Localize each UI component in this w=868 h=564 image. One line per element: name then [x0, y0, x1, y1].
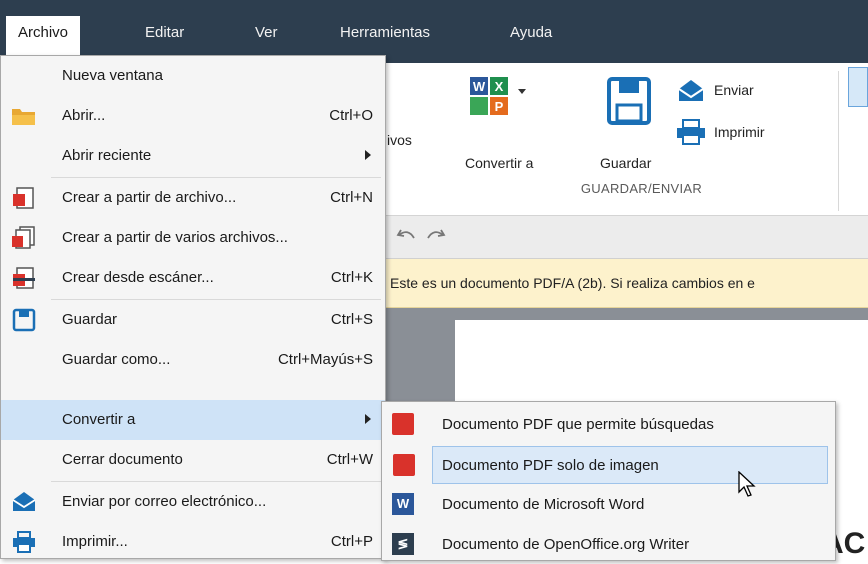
svg-text:P: P: [495, 99, 504, 114]
save-ribbon-button[interactable]: Guardar: [596, 77, 662, 177]
menu-item-create-from-multiple[interactable]: Crear a partir de varios archivos...: [1, 218, 385, 258]
menu-item-shortcut: Ctrl+O: [329, 107, 373, 124]
menu-item-label: Guardar como...: [62, 351, 171, 368]
undo-icon[interactable]: [396, 226, 418, 246]
send-button[interactable]: Enviar: [676, 77, 826, 107]
menu-item-label: Abrir...: [62, 107, 106, 124]
menu-item-label: Abrir reciente: [62, 147, 152, 164]
menu-item-label: Guardar: [62, 311, 118, 328]
envelope-icon: [678, 80, 704, 101]
ribbon-divider: [838, 71, 839, 211]
redo-icon[interactable]: [424, 226, 446, 246]
menu-item-create-from-file[interactable]: Crear a partir de archivo... Ctrl+N: [1, 178, 385, 218]
print-button[interactable]: Imprimir: [676, 119, 826, 149]
submenu-item-label: Documento de Microsoft Word: [442, 496, 645, 513]
print-label: Imprimir: [714, 124, 765, 140]
printer-icon: [677, 119, 705, 145]
pdf-icon: [392, 413, 414, 435]
printer-icon: [13, 531, 35, 553]
menu-item-label: Crear desde escáner...: [62, 269, 214, 286]
pdf-icon: [393, 454, 415, 476]
menu-item-print[interactable]: Imprimir... Ctrl+P: [1, 522, 385, 562]
menu-ver[interactable]: Ver: [255, 18, 278, 48]
convert-button[interactable]: W X P Convertir a: [462, 77, 542, 177]
menu-item-shortcut: Ctrl+Mayús+S: [277, 351, 373, 368]
menu-ayuda[interactable]: Ayuda: [510, 18, 552, 48]
menu-bar: Archivo Editar Ver Herramientas Ayuda: [0, 0, 868, 63]
menu-herramientas[interactable]: Herramientas: [340, 18, 430, 48]
menu-item-shortcut: Ctrl+W: [326, 451, 373, 468]
menu-item-send-email[interactable]: Enviar por correo electrónico...: [1, 482, 385, 522]
scanner-icon: [13, 267, 35, 289]
svg-text:W: W: [473, 79, 486, 94]
convert-submenu: Documento PDF que permite búsquedas Docu…: [381, 401, 836, 561]
menu-item-save-as[interactable]: Guardar como... Ctrl+Mayús+S: [1, 340, 385, 380]
menu-item-create-from-scanner[interactable]: Crear desde escáner... Ctrl+K: [1, 258, 385, 298]
text-cursor-tool[interactable]: [848, 67, 868, 107]
menu-item-label: Convertir a: [62, 411, 136, 428]
send-label: Enviar: [714, 82, 754, 98]
ribbon-group-label: GUARDAR/ENVIAR: [580, 181, 703, 196]
menu-item-shortcut: Ctrl+S: [330, 311, 373, 328]
menu-item-close-document[interactable]: Cerrar documento Ctrl+W: [1, 440, 385, 480]
submenu-item-label: Documento PDF solo de imagen: [442, 457, 659, 474]
menu-item-label: Enviar por correo electrónico...: [62, 493, 267, 510]
menu-item-convert-to[interactable]: Convertir a: [1, 400, 385, 440]
submenu-item-label: Documento de OpenOffice.org Writer: [442, 536, 690, 553]
menu-item-new-window[interactable]: Nueva ventana: [1, 56, 385, 96]
menu-item-open-recent[interactable]: Abrir reciente: [1, 136, 385, 176]
save-icon: [607, 77, 651, 125]
submenu-arrow-icon: [365, 150, 371, 160]
folder-icon: [12, 109, 35, 125]
menu-item-save[interactable]: Guardar Ctrl+S: [1, 300, 385, 340]
ribbon-partial-label: ivos: [387, 132, 412, 148]
submenu-item-openoffice[interactable]: ≶ Documento de OpenOffice.org Writer: [382, 526, 835, 564]
menu-item-label: Crear a partir de archivo...: [62, 189, 237, 206]
file-menu: Nueva ventana Abrir... Ctrl+O Abrir reci…: [0, 55, 386, 559]
submenu-item-word[interactable]: W Documento de Microsoft Word: [382, 486, 835, 524]
pdfa-notice-text: Este es un documento PDF/A (2b). Si real…: [390, 275, 755, 291]
submenu-item-image-only-pdf[interactable]: Documento PDF solo de imagen: [393, 446, 828, 484]
submenu-item-searchable-pdf[interactable]: Documento PDF que permite búsquedas: [382, 406, 835, 444]
openoffice-icon: ≶: [392, 533, 414, 555]
convert-formats-icon: W X P: [470, 77, 526, 115]
envelope-icon: [12, 492, 36, 511]
create-from-multiple-icon: [12, 226, 35, 249]
menu-item-label: Imprimir...: [62, 533, 128, 550]
menu-item-shortcut: Ctrl+N: [330, 189, 373, 206]
word-icon: W: [392, 493, 414, 515]
menu-item-shortcut: Ctrl+K: [330, 269, 373, 286]
menu-item-label: Cerrar documento: [62, 451, 183, 468]
create-from-file-icon: [13, 187, 34, 209]
convert-label: Convertir a: [465, 155, 534, 171]
menu-item-shortcut: Ctrl+P: [330, 533, 373, 550]
menu-item-label: Crear a partir de varios archivos...: [62, 229, 288, 246]
submenu-arrow-icon: [365, 414, 371, 424]
save-ribbon-label: Guardar: [600, 155, 652, 171]
menu-item-open[interactable]: Abrir... Ctrl+O: [1, 96, 385, 136]
menu-item-label: Nueva ventana: [62, 67, 163, 84]
mouse-pointer-icon: [738, 471, 756, 497]
svg-text:X: X: [495, 79, 504, 94]
menu-editar[interactable]: Editar: [145, 18, 184, 48]
save-icon: [12, 308, 36, 332]
submenu-item-label: Documento PDF que permite búsquedas: [442, 416, 714, 433]
